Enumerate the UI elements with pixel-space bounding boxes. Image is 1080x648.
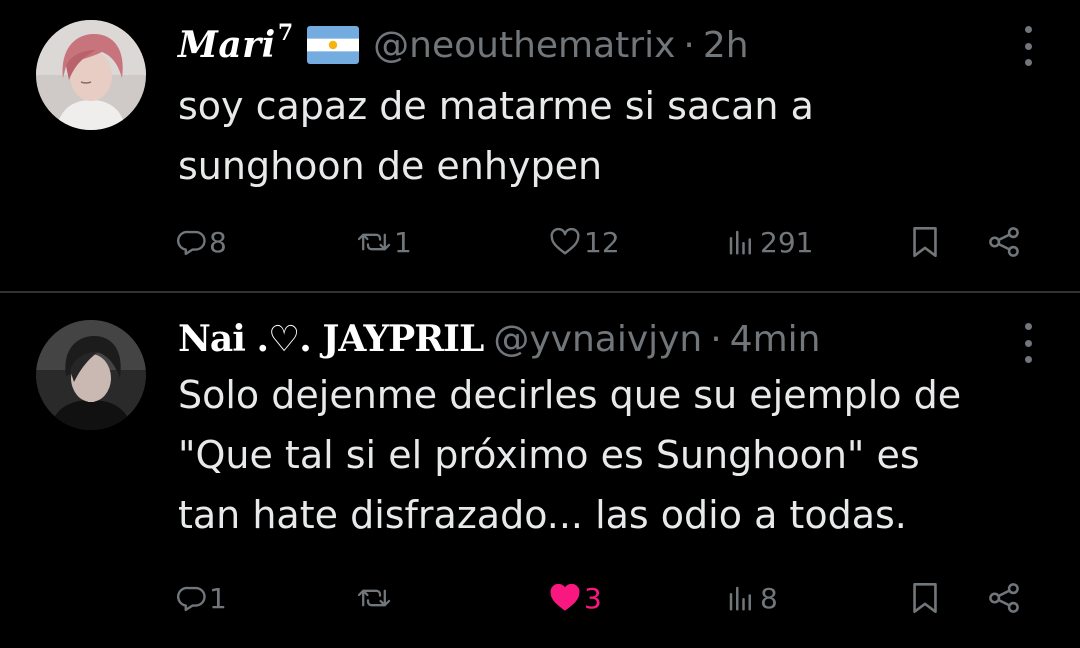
view-count: 8 (760, 581, 778, 615)
like-count: 3 (584, 581, 602, 615)
user-handle[interactable]: @yvnaivjyn (493, 319, 702, 360)
view-count: 291 (760, 225, 814, 259)
share-icon (986, 582, 1022, 614)
action-bar: 8 1 12 291 (0, 220, 1080, 264)
bookmark-icon (910, 225, 940, 259)
heart-icon (548, 227, 582, 257)
user-handle[interactable]: @neouthematrix (373, 25, 675, 66)
bookmark-button[interactable] (910, 220, 940, 264)
reply-button[interactable]: 1 (177, 576, 227, 620)
tweet[interactable]: Mari 7 @neouthematrix · 2h soy capaz de … (0, 0, 1080, 292)
share-icon (986, 226, 1022, 258)
timestamp[interactable]: 2h (703, 25, 749, 66)
display-name-superscript: 7 (277, 20, 294, 46)
tweet-text: soy capaz de matarme si sacan a sunghoon… (178, 76, 1048, 196)
tweet-text-line: Solo dejenme decirles que su ejemplo de (178, 373, 962, 417)
share-button[interactable] (986, 220, 1022, 264)
tweet[interactable]: Nai .♡. JAYPRIL @yvnaivjyn · 4min Solo d… (0, 293, 1080, 648)
heart-icon (548, 583, 582, 613)
reply-count: 8 (209, 225, 227, 259)
argentina-flag-icon (307, 26, 360, 64)
display-name[interactable]: Nai .♡. JAYPRIL (178, 318, 484, 360)
more-options-icon[interactable] (1022, 26, 1034, 66)
views-button[interactable]: 8 (724, 576, 778, 620)
views-button[interactable]: 291 (724, 220, 813, 264)
tweet-header: Mari 7 @neouthematrix · 2h (178, 20, 749, 68)
tweet-text-line: sunghoon de enhypen (178, 144, 603, 188)
avatar[interactable] (36, 20, 146, 130)
bookmark-button[interactable] (910, 576, 940, 620)
reply-count: 1 (209, 581, 227, 615)
share-button[interactable] (986, 576, 1022, 620)
avatar[interactable] (36, 320, 146, 430)
tweet-text-line: "Que tal si el próximo es Sunghoon" es (178, 433, 920, 477)
reply-icon (177, 583, 207, 613)
views-icon (724, 227, 758, 257)
bookmark-icon (910, 581, 940, 615)
tweet-text: Solo dejenme decirles que su ejemplo de … (178, 365, 1048, 545)
display-name[interactable]: Mari (178, 24, 276, 66)
separator-dot: · (710, 318, 722, 360)
timestamp[interactable]: 4min (730, 319, 821, 360)
separator-dot: · (683, 24, 695, 66)
repost-button[interactable] (356, 576, 394, 620)
like-button[interactable]: 12 (548, 220, 620, 264)
tweet-text-line: tan hate disfrazado... las odio a todas. (178, 493, 907, 537)
reply-icon (177, 227, 207, 257)
action-bar: 1 3 8 (0, 576, 1080, 620)
like-count: 12 (584, 225, 620, 259)
repost-icon (356, 227, 392, 257)
repost-icon (356, 583, 392, 613)
repost-button[interactable]: 1 (356, 220, 412, 264)
like-button[interactable]: 3 (548, 576, 602, 620)
repost-count: 1 (394, 225, 412, 259)
tweet-header: Nai .♡. JAYPRIL @yvnaivjyn · 4min (178, 316, 821, 362)
more-options-icon[interactable] (1022, 323, 1034, 363)
tweet-text-line: soy capaz de matarme si sacan a (178, 84, 814, 128)
views-icon (724, 583, 758, 613)
reply-button[interactable]: 8 (177, 220, 227, 264)
